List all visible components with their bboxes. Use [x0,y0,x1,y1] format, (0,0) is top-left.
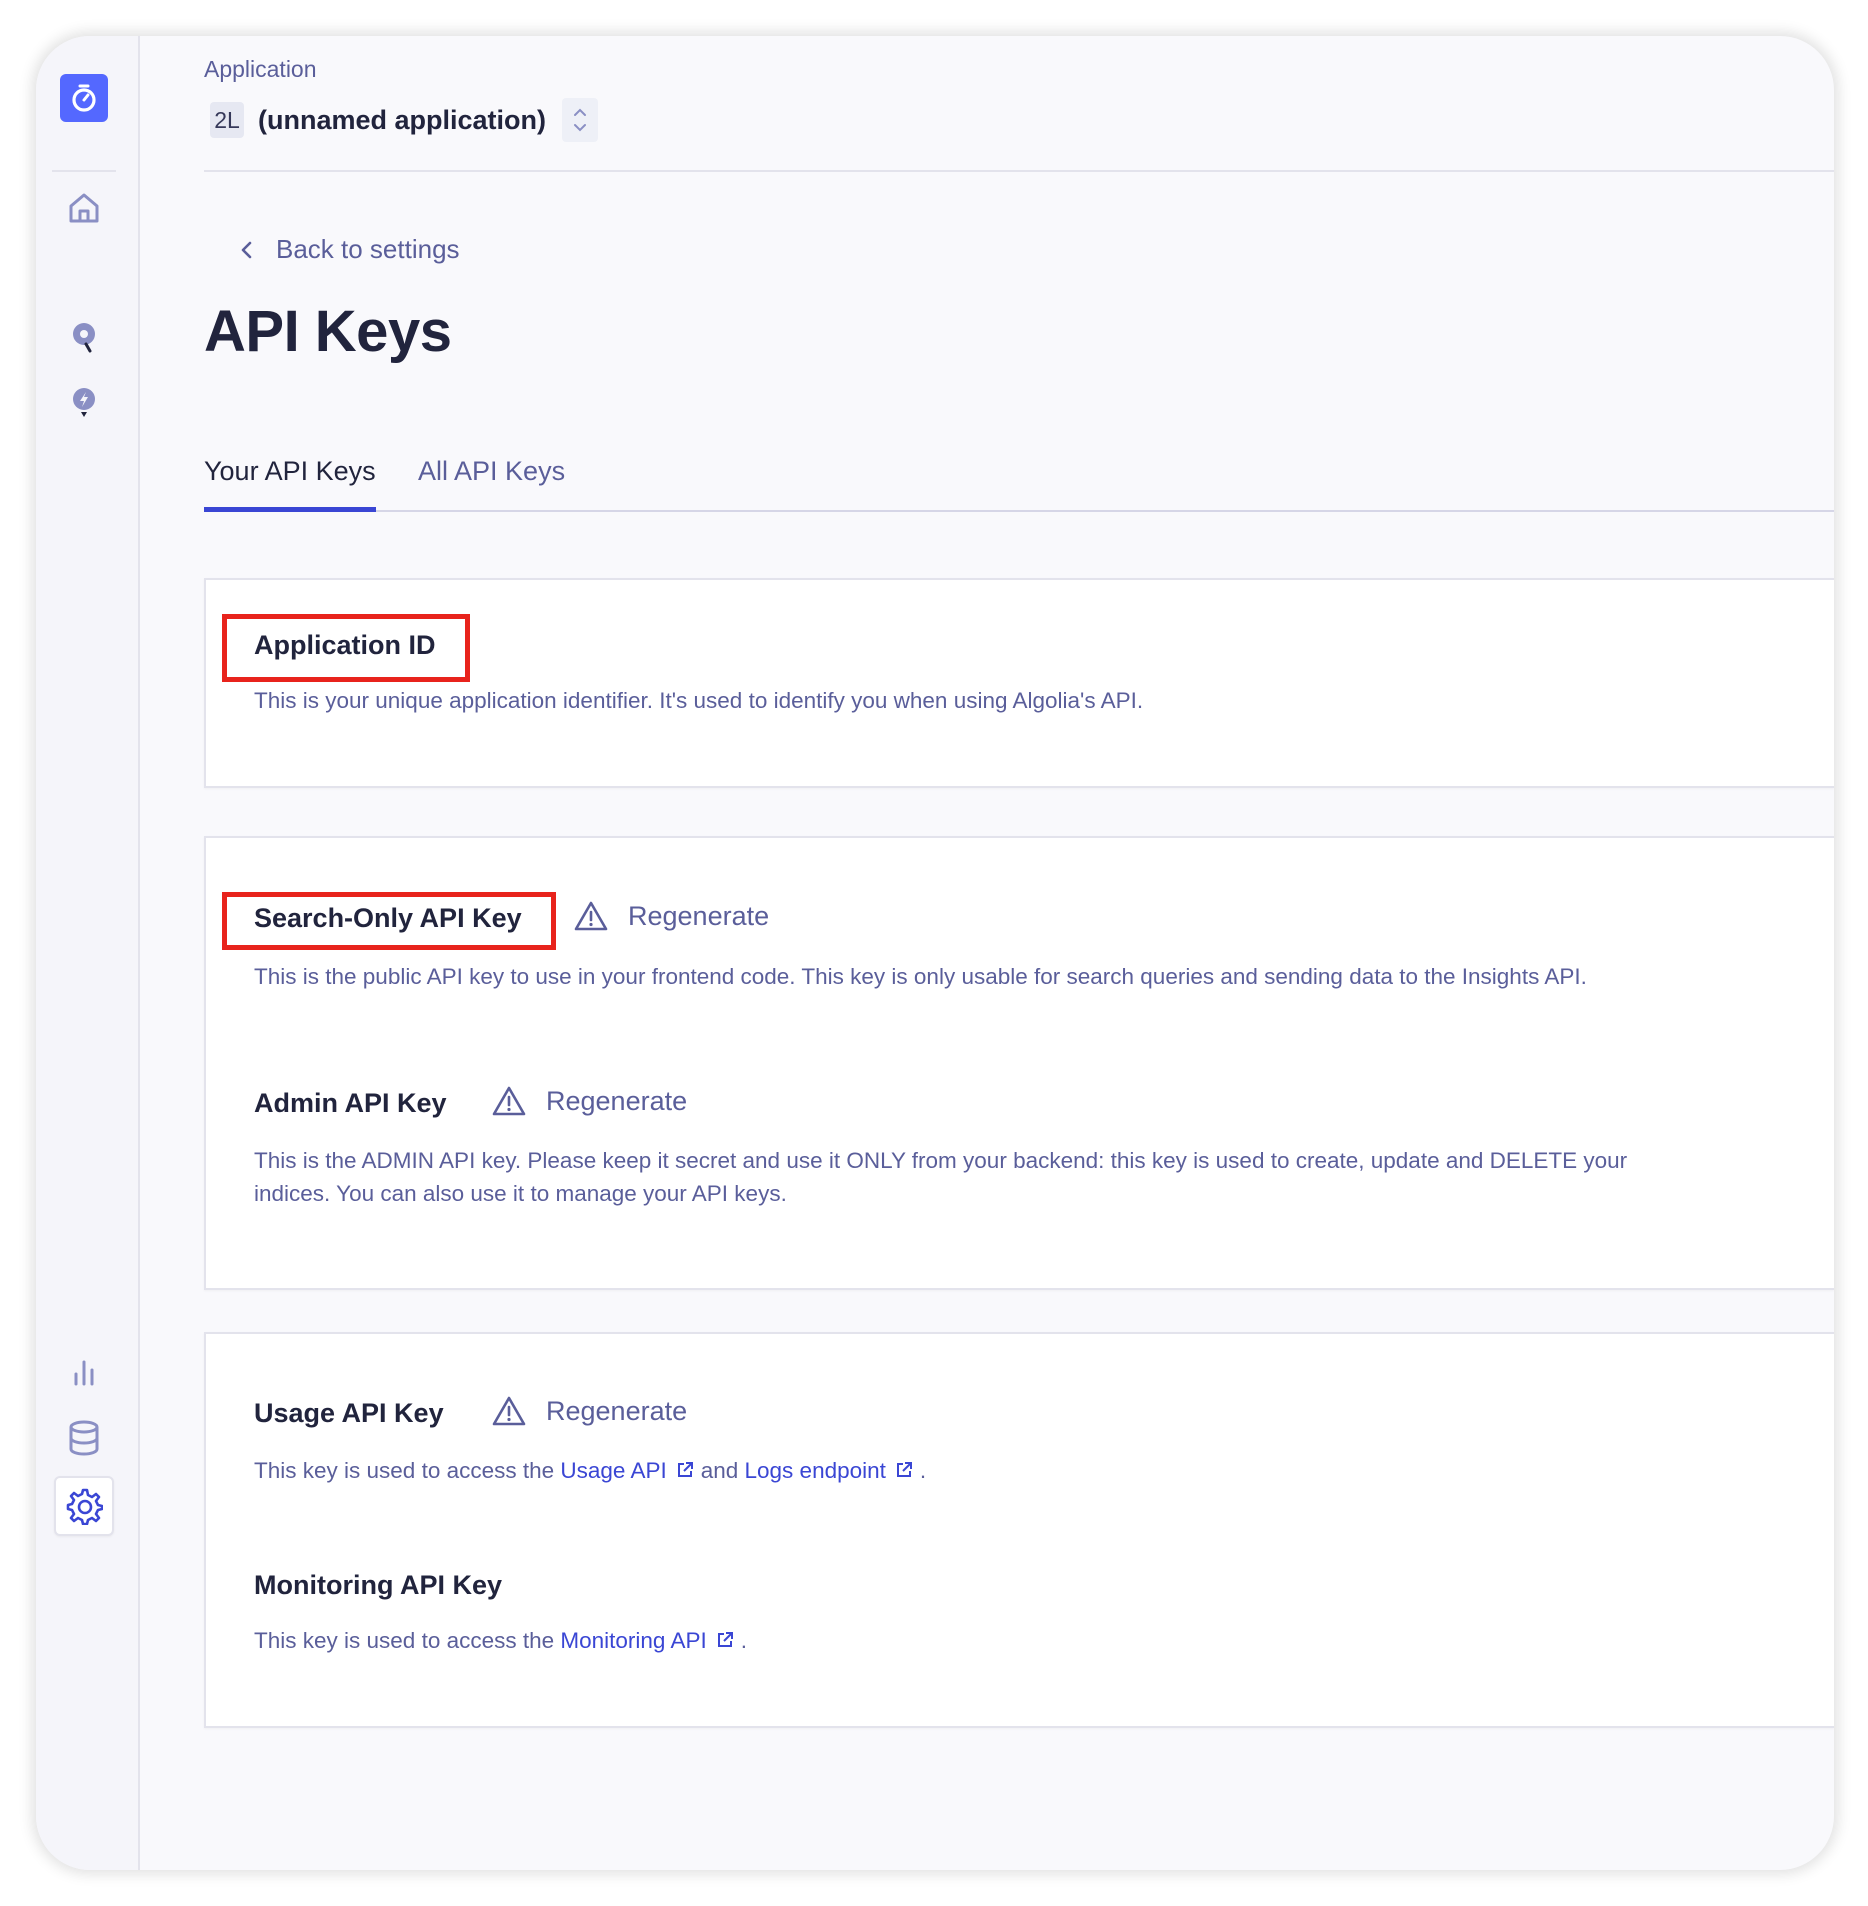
monitoring-desc-prefix: This key is used to access the [254,1628,561,1653]
monitoring-key-title: Monitoring API Key [254,1570,502,1600]
search-only-regenerate-label: Regenerate [628,900,770,931]
tab-bar: Your API Keys All API Keys [204,440,1834,512]
warning-icon [574,901,608,931]
database-icon[interactable] [58,1412,110,1464]
admin-description-line1: This is the ADMIN API key. Please keep i… [254,1148,1628,1173]
application-id-card: Application ID This is your unique appli… [204,578,1834,788]
external-link-icon[interactable] [675,1460,695,1480]
search-pin-icon[interactable] [58,312,110,364]
tab-all-api-keys[interactable]: All API Keys [418,440,565,512]
chevron-left-icon [240,239,254,261]
application-name: (unnamed application) [258,104,547,135]
application-id-title: Application ID [254,630,436,660]
usage-regenerate-button[interactable]: Regenerate [492,1395,687,1427]
back-to-settings-label: Back to settings [276,234,460,264]
usage-desc-suffix: . [919,1458,927,1483]
external-link-icon[interactable] [715,1630,735,1650]
main-content: Application 2L (unnamed application) Bac… [204,36,1834,1870]
warning-icon [492,1086,526,1116]
bolt-pin-icon[interactable] [58,378,110,430]
back-to-settings-link[interactable]: Back to settings [240,234,460,265]
chevron-up-down-icon[interactable] [562,98,599,142]
usage-monitoring-keys-card: Usage API Key Regenerate This key is use… [204,1332,1834,1728]
monitoring-desc-suffix: . [740,1628,747,1653]
home-icon[interactable] [58,182,110,234]
logs-endpoint-link[interactable]: Logs endpoint [745,1458,886,1483]
admin-regenerate-label: Regenerate [546,1085,688,1116]
admin-regenerate-button[interactable]: Regenerate [492,1085,687,1117]
search-only-description: This is the public API key to use in you… [254,964,1587,989]
search-admin-keys-card: Search-Only API Key Regenerate This is t… [204,836,1834,1290]
monitoring-description: This key is used to access the Monitorin… [254,1624,747,1657]
usage-key-title: Usage API Key [254,1398,444,1428]
header-divider [204,170,1834,172]
usage-desc-mid: and [700,1458,745,1483]
app-window: Application 2L (unnamed application) Bac… [36,36,1834,1870]
usage-regenerate-label: Regenerate [546,1395,688,1426]
application-label: Application [204,56,317,82]
usage-api-link[interactable]: Usage API [560,1458,666,1483]
monitoring-api-link[interactable]: Monitoring API [560,1628,706,1653]
admin-description-line2: indices. You can also use it to manage y… [254,1181,787,1206]
admin-key-title: Admin API Key [254,1088,447,1118]
tab-your-api-keys[interactable]: Your API Keys [204,440,376,512]
analytics-icon[interactable] [58,1346,110,1398]
external-link-icon[interactable] [894,1460,914,1480]
sidebar-divider [52,170,116,172]
sidebar [36,36,140,1870]
application-id-description: This is your unique application identifi… [254,688,1144,713]
algolia-logo-icon[interactable] [60,74,108,122]
search-only-key-title: Search-Only API Key [254,903,522,933]
usage-desc-prefix: This key is used to access the [254,1458,561,1483]
application-badge: 2L [210,102,244,138]
search-only-regenerate-button[interactable]: Regenerate [574,900,769,932]
settings-icon[interactable] [54,1476,114,1536]
warning-icon [492,1396,526,1426]
page-title: API Keys [204,299,452,364]
usage-description: This key is used to access the Usage API… [254,1454,926,1487]
application-selector[interactable]: 2L (unnamed application) [210,98,599,142]
